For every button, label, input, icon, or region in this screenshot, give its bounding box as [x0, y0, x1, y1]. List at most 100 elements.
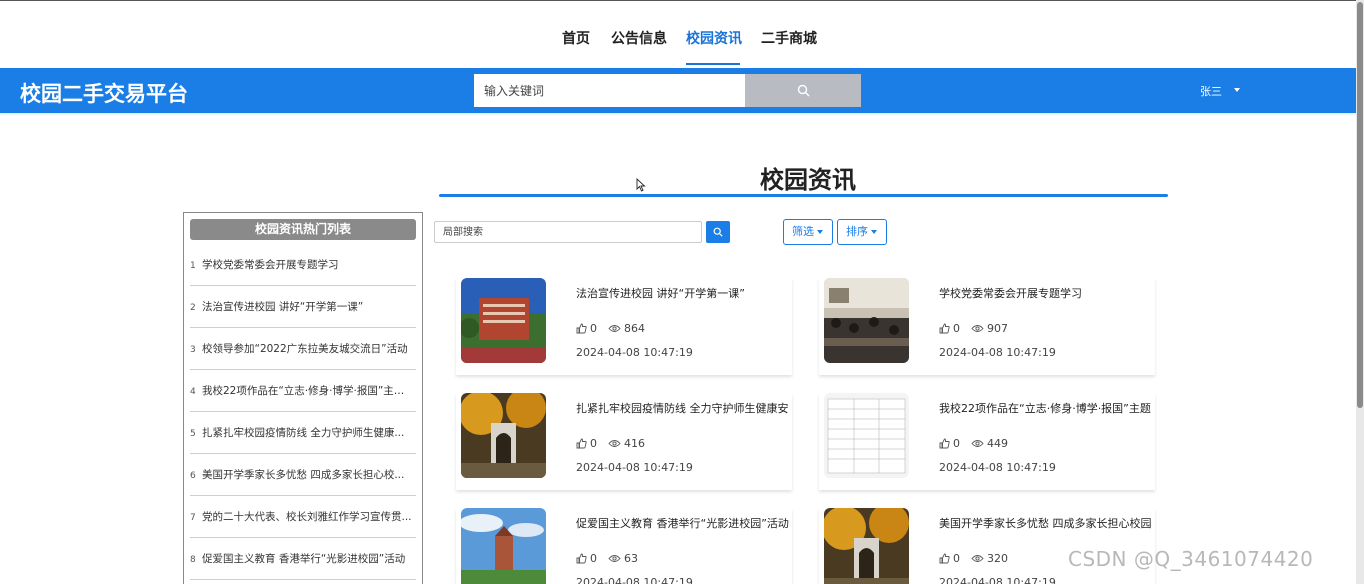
news-title[interactable]: 美国开学季家长多忧愁 四成多家长担心校园: [939, 515, 1155, 531]
like-count[interactable]: 0: [576, 552, 597, 565]
news-date: 2024-04-08 10:47:19: [939, 346, 1056, 359]
hot-list-item[interactable]: 3 校领导参加“2022广东拉美友城交流日”活动: [190, 328, 416, 370]
item-title: 学校党委常委会开展专题学习: [202, 259, 339, 271]
item-title: 美国开学季家长多忧愁 四成多家长担心校...: [202, 469, 405, 481]
hot-list-item[interactable]: 4 我校22项作品在“立志·修身·博学·报国”主题...: [190, 370, 416, 412]
hot-list-item[interactable]: 1 学校党委常委会开展专题学习: [190, 244, 416, 286]
view-count-value: 320: [987, 552, 1008, 565]
news-card[interactable]: 美国开学季家长多忧愁 四成多家长担心校园 0 320 2024-04-08 10…: [819, 508, 1155, 584]
nav-second-hand-mall[interactable]: 二手商城: [761, 28, 817, 48]
search-button[interactable]: [745, 74, 861, 107]
hot-list-item[interactable]: 6 美国开学季家长多忧愁 四成多家长担心校...: [190, 454, 416, 496]
item-number: 8: [190, 555, 196, 565]
item-number: 1: [190, 261, 196, 271]
hot-list-item[interactable]: 8 促爱国主义教育 香港举行“光影进校园”活动: [190, 538, 416, 580]
vertical-scrollbar[interactable]: [1356, 0, 1364, 584]
filter-label: 筛选: [792, 225, 814, 238]
hot-news-list: 校园资讯热门列表 1 学校党委常委会开展专题学习 2 法治宣传进校园 讲好“开学…: [183, 212, 423, 584]
nav-home[interactable]: 首页: [562, 28, 590, 48]
caret-down-icon: [871, 230, 877, 234]
news-date: 2024-04-08 10:47:19: [939, 461, 1056, 474]
news-title[interactable]: 我校22项作品在“立志·修身·博学·报国”主题: [939, 400, 1155, 416]
nav-announcements[interactable]: 公告信息: [611, 28, 667, 48]
thumbs-up-icon: [939, 438, 950, 449]
like-count-value: 0: [590, 437, 597, 450]
news-card[interactable]: 法治宣传进校园 讲好“开学第一课” 0 864 2024-04-08 10:47…: [456, 278, 792, 375]
caret-down-icon: [817, 230, 823, 234]
local-search-button[interactable]: [706, 221, 730, 243]
news-thumbnail[interactable]: [461, 278, 546, 363]
like-count-value: 0: [953, 552, 960, 565]
like-count-value: 0: [590, 322, 597, 335]
like-count[interactable]: 0: [939, 437, 960, 450]
hot-list-title: 校园资讯热门列表: [190, 219, 416, 240]
news-title[interactable]: 促爱国主义教育 香港举行“光影进校园”活动: [576, 515, 792, 531]
news-card[interactable]: 我校22项作品在“立志·修身·博学·报国”主题 0 449 2024-04-08…: [819, 393, 1155, 490]
search-icon: [797, 84, 809, 97]
news-date: 2024-04-08 10:47:19: [576, 461, 693, 474]
like-count[interactable]: 0: [939, 552, 960, 565]
local-search-input[interactable]: [434, 221, 702, 243]
view-count: 416: [608, 437, 645, 450]
filter-dropdown[interactable]: 筛选: [783, 219, 833, 245]
item-title: 校领导参加“2022广东拉美友城交流日”活动: [202, 343, 408, 355]
user-menu[interactable]: 张三: [1200, 83, 1222, 99]
news-thumbnail[interactable]: [461, 508, 546, 584]
hot-list-item[interactable]: 7 党的二十大代表、校长刘雅红作学习宣传贯...: [190, 496, 416, 538]
watermark: CSDN @Q_3461074420: [1068, 547, 1314, 571]
sort-dropdown[interactable]: 排序: [837, 219, 887, 245]
view-count: 907: [971, 322, 1008, 335]
thumbs-up-icon: [576, 553, 587, 564]
hot-list-item[interactable]: 2 法治宣传进校园 讲好“开学第一课”: [190, 286, 416, 328]
scrollbar-thumb[interactable]: [1357, 2, 1363, 408]
like-count[interactable]: 0: [939, 322, 960, 335]
eye-icon: [971, 440, 984, 447]
news-thumbnail[interactable]: [824, 278, 909, 363]
news-title[interactable]: 法治宣传进校园 讲好“开学第一课”: [576, 285, 792, 301]
eye-icon: [608, 555, 621, 562]
view-count-value: 907: [987, 322, 1008, 335]
like-count[interactable]: 0: [576, 322, 597, 335]
news-title[interactable]: 学校党委常委会开展专题学习: [939, 285, 1155, 301]
nav-campus-news[interactable]: 校园资讯: [686, 28, 742, 48]
page: 首页 公告信息 校园资讯 二手商城 校园二手交易平台 张三 校园资讯 校园资讯热…: [0, 0, 1364, 584]
thumbs-up-icon: [939, 553, 950, 564]
active-nav-indicator: [686, 63, 740, 65]
search-icon: [713, 227, 723, 237]
item-title: 促爱国主义教育 香港举行“光影进校园”活动: [202, 553, 406, 565]
item-number: 6: [190, 471, 196, 481]
section-divider: [439, 194, 1168, 197]
news-card[interactable]: 促爱国主义教育 香港举行“光影进校园”活动 0 63 2024-04-08 10…: [456, 508, 792, 584]
header-bar: 校园二手交易平台 张三: [0, 68, 1356, 113]
hot-list-item[interactable]: 5 扎紧扎牢校园疫情防线 全力守护师生健康...: [190, 412, 416, 454]
view-count: 449: [971, 437, 1008, 450]
news-thumbnail[interactable]: [824, 393, 909, 478]
eye-icon: [608, 440, 621, 447]
view-count: 320: [971, 552, 1008, 565]
like-count-value: 0: [953, 322, 960, 335]
item-number: 4: [190, 387, 196, 397]
eye-icon: [608, 325, 621, 332]
section-title: 校园资讯: [760, 166, 856, 194]
news-card[interactable]: 学校党委常委会开展专题学习 0 907 2024-04-08 10:47:19: [819, 278, 1155, 375]
item-number: 3: [190, 345, 196, 355]
news-thumbnail[interactable]: [824, 508, 909, 584]
mouse-cursor-icon: [636, 178, 646, 192]
news-date: 2024-04-08 10:47:19: [576, 576, 693, 584]
news-title[interactable]: 扎紧扎牢校园疫情防线 全力守护师生健康安: [576, 400, 792, 416]
item-title: 我校22项作品在“立志·修身·博学·报国”主题...: [202, 385, 412, 397]
view-count: 864: [608, 322, 645, 335]
caret-down-icon[interactable]: [1234, 88, 1240, 92]
search-input[interactable]: [474, 74, 746, 107]
news-thumbnail[interactable]: [461, 393, 546, 478]
like-count-value: 0: [590, 552, 597, 565]
eye-icon: [971, 325, 984, 332]
thumbs-up-icon: [576, 438, 587, 449]
news-card[interactable]: 扎紧扎牢校园疫情防线 全力守护师生健康安 0 416 2024-04-08 10…: [456, 393, 792, 490]
thumbs-up-icon: [576, 323, 587, 334]
item-number: 5: [190, 429, 196, 439]
view-count-value: 63: [624, 552, 638, 565]
item-number: 2: [190, 303, 196, 313]
like-count[interactable]: 0: [576, 437, 597, 450]
like-count-value: 0: [953, 437, 960, 450]
